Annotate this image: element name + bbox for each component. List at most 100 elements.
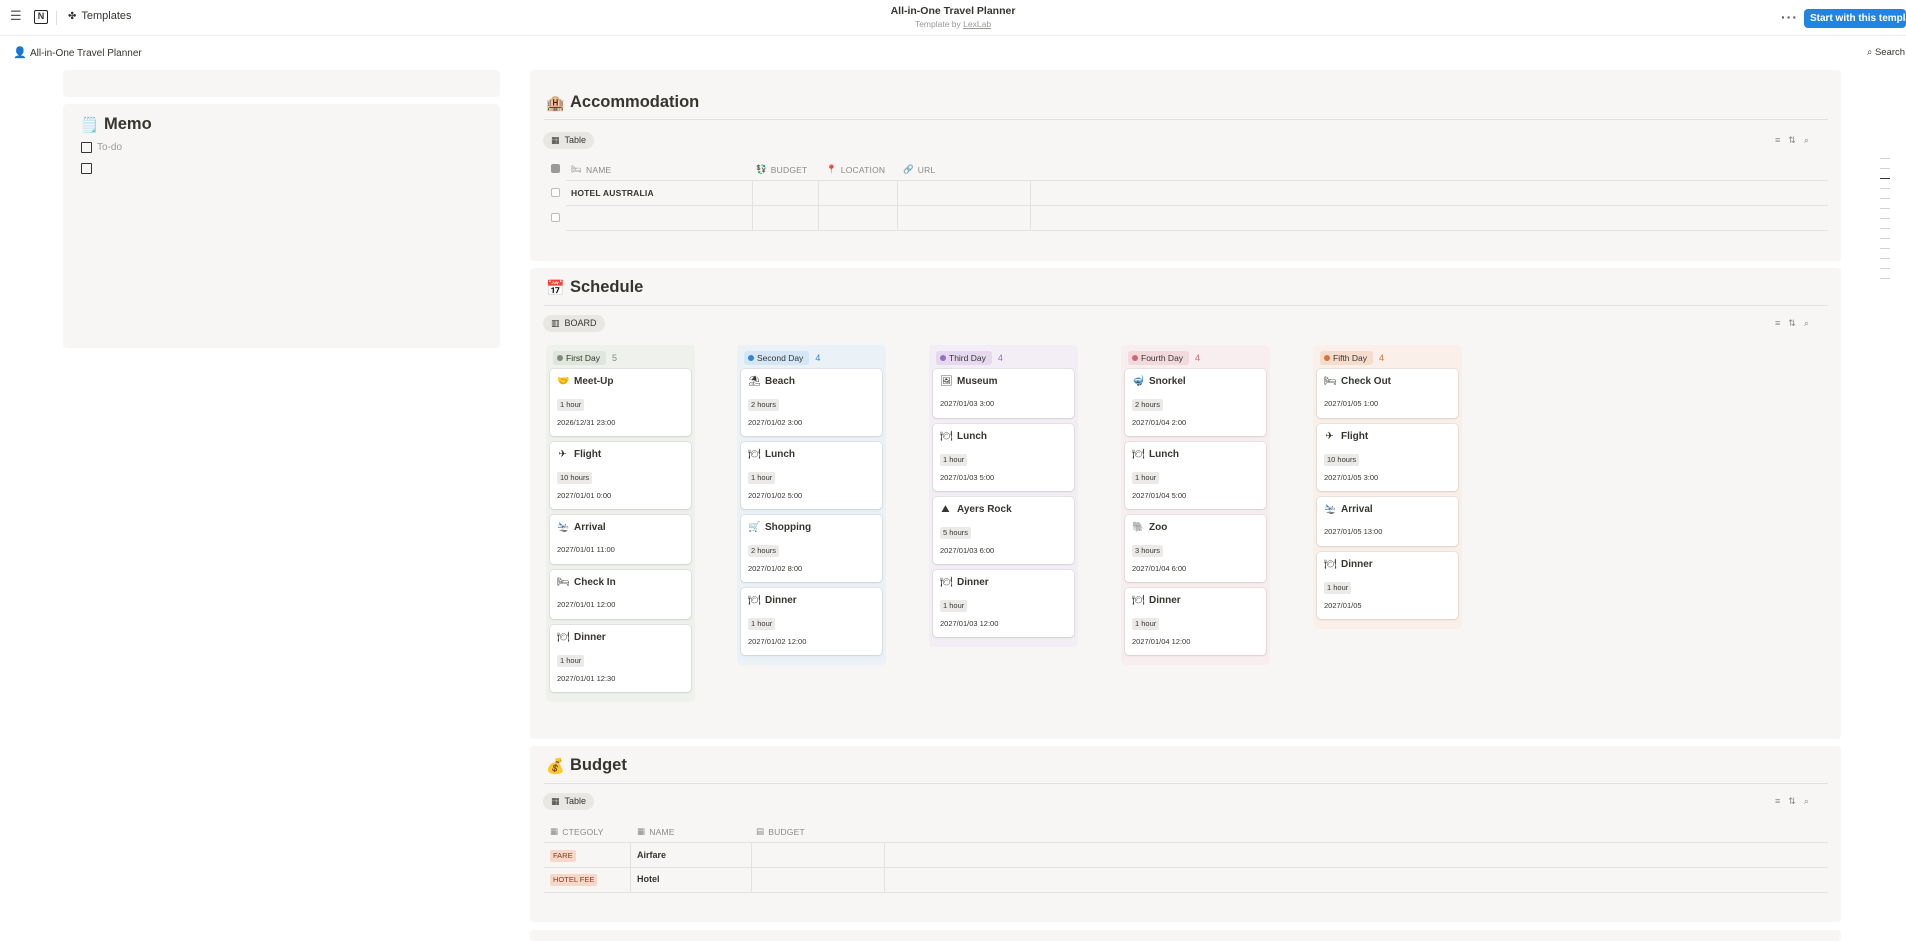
- schedule-card[interactable]: 🤿 Snorkel 2 hours 2027/01/04 2:00: [1125, 369, 1266, 436]
- select-all-checkbox[interactable]: [551, 164, 560, 173]
- view-label: Table: [564, 796, 587, 806]
- search-icon[interactable]: ⌕: [1804, 796, 1809, 807]
- column-header[interactable]: Third Day 4: [936, 351, 1003, 365]
- budget-row-name[interactable]: Hotel: [637, 874, 660, 884]
- duration-badge: 5 hours: [940, 527, 972, 539]
- toc-item[interactable]: [1880, 218, 1890, 219]
- schedule-card[interactable]: 🍽 Dinner 1 hour 2027/01/02 12:00: [741, 588, 882, 655]
- schedule-card[interactable]: 🍽 Dinner 1 hour 2027/01/03 12:00: [933, 570, 1074, 637]
- duration-badge: 1 hour: [557, 655, 585, 667]
- search-icon[interactable]: ⌕: [1804, 135, 1809, 146]
- table-row-name[interactable]: HOTEL AUSTRALIA: [571, 188, 654, 198]
- template-title: All-in-One Travel Planner: [890, 5, 1016, 17]
- toc-item[interactable]: [1880, 258, 1890, 259]
- search-button[interactable]: ⌕ Search: [1867, 47, 1905, 58]
- schedule-card[interactable]: 🍽 Dinner 1 hour 2027/01/01 12:30: [550, 625, 691, 692]
- toc-item[interactable]: [1880, 168, 1890, 169]
- row-checkbox[interactable]: [551, 188, 560, 197]
- toc-item[interactable]: [1880, 198, 1890, 199]
- toc-item[interactable]: [1880, 278, 1890, 279]
- todo-checkbox[interactable]: [81, 142, 92, 153]
- card-title-text: Arrival: [574, 522, 606, 533]
- search-icon[interactable]: ⌕: [1804, 318, 1809, 329]
- toc-item[interactable]: [1880, 228, 1890, 229]
- column-header-category[interactable]: ▦ CTEGOLY: [550, 826, 604, 837]
- table-view-tab[interactable]: ▦ Table: [543, 132, 595, 149]
- search-icon: ⌕: [1867, 47, 1873, 58]
- toc-item[interactable]: [1880, 188, 1890, 189]
- card-date: 2027/01/03 12:00: [940, 619, 999, 628]
- memo-title: 🗒️ Memo: [80, 115, 152, 134]
- divider: [751, 842, 752, 892]
- filter-icon[interactable]: ≡: [1775, 135, 1780, 146]
- table-of-contents[interactable]: [1880, 158, 1890, 288]
- todo-placeholder[interactable]: To-do: [97, 142, 122, 153]
- row-checkbox[interactable]: [551, 213, 560, 222]
- column-header[interactable]: Fourth Day 4: [1128, 351, 1200, 365]
- schedule-card[interactable]: ⛰ Ayers Rock 5 hours 2027/01/03 6:00: [933, 497, 1074, 564]
- sort-icon[interactable]: ⇅: [1788, 796, 1796, 807]
- category-tag[interactable]: FARE: [550, 850, 576, 862]
- card-date: 2027/01/02 12:00: [748, 637, 807, 646]
- todo-checkbox-empty[interactable]: [81, 163, 92, 174]
- duration-badge: 1 hour: [1132, 472, 1160, 484]
- column-header[interactable]: Second Day 4: [744, 351, 820, 365]
- breadcrumb[interactable]: 👤 All-in-One Travel Planner: [13, 47, 142, 59]
- column-header[interactable]: First Day 5: [553, 351, 617, 365]
- start-template-button[interactable]: Start with this template: [1804, 9, 1906, 28]
- more-options-icon[interactable]: ···: [1781, 9, 1798, 25]
- filter-icon[interactable]: ≡: [1775, 318, 1780, 329]
- card-title: 🍽 Dinner: [1132, 595, 1181, 606]
- schedule-card[interactable]: 🍽 Lunch 1 hour 2027/01/04 5:00: [1125, 442, 1266, 509]
- schedule-card[interactable]: ⛱ Beach 2 hours 2027/01/02 3:00: [741, 369, 882, 436]
- schedule-card[interactable]: 🛏 Check Out 2027/01/05 1:00: [1317, 369, 1458, 418]
- toc-item[interactable]: [1880, 208, 1890, 209]
- schedule-card[interactable]: 🛬 Arrival 2027/01/05 13:00: [1317, 497, 1458, 546]
- schedule-card[interactable]: 🍽 Lunch 1 hour 2027/01/03 5:00: [933, 424, 1074, 491]
- budget-row-name[interactable]: Airfare: [637, 850, 666, 860]
- schedule-card[interactable]: 🖼 Museum 2027/01/03 3:00: [933, 369, 1074, 418]
- column-header-name[interactable]: ▦ NAME: [637, 826, 675, 837]
- schedule-title-text: Schedule: [570, 278, 644, 296]
- column-header-location[interactable]: 📍 LOCATION: [826, 164, 885, 175]
- menu-icon[interactable]: ☰: [10, 9, 22, 22]
- person-icon: 👤: [13, 47, 27, 59]
- category-tag[interactable]: HOTEL FEE: [550, 874, 598, 886]
- schedule-card[interactable]: 🤝 Meet-Up 1 hour 2026/12/31 23:00: [550, 369, 691, 436]
- notepad-icon: 🗒️: [80, 116, 99, 134]
- card-title: 🛬 Arrival: [1324, 504, 1373, 515]
- column-header-name[interactable]: 🛏 NAME: [571, 164, 611, 175]
- templates-link[interactable]: ✤ Templates: [68, 10, 132, 22]
- card-title-text: Lunch: [1149, 449, 1179, 460]
- schedule-card[interactable]: 🛬 Arrival 2027/01/01 11:00: [550, 515, 691, 564]
- table-view-tab[interactable]: ▦ Table: [543, 793, 595, 810]
- author-link[interactable]: LexLab: [963, 19, 991, 29]
- column-header-budget[interactable]: 💱 BUDGET: [756, 164, 807, 175]
- schedule-card[interactable]: 🍽 Dinner 1 hour 2027/01/04 12:00: [1125, 588, 1266, 655]
- schedule-card[interactable]: 🐘 Zoo 3 hours 2027/01/04 6:00: [1125, 515, 1266, 582]
- card-date: 2027/01/01 11:00: [557, 545, 615, 554]
- sort-icon[interactable]: ⇅: [1788, 135, 1796, 146]
- toc-item[interactable]: [1880, 178, 1890, 179]
- filter-icon[interactable]: ≡: [1775, 796, 1780, 807]
- toc-item[interactable]: [1880, 158, 1890, 159]
- schedule-card[interactable]: 🛏 Check In 2027/01/01 12:00: [550, 570, 691, 619]
- notion-logo-icon[interactable]: N: [34, 10, 48, 24]
- schedule-card[interactable]: 🍽 Dinner 1 hour 2027/01/05: [1317, 552, 1458, 619]
- toc-item[interactable]: [1880, 268, 1890, 269]
- column-header-url[interactable]: 🔗 URL: [903, 164, 935, 175]
- board-view-tab[interactable]: ▥ BOARD: [543, 315, 605, 332]
- schedule-card[interactable]: ✈ Flight 10 hours 2027/01/01 0:00: [550, 442, 691, 509]
- duration-badge: 1 hour: [1132, 618, 1160, 630]
- template-byline: Template by LexLab: [853, 19, 1053, 29]
- column-header-budget[interactable]: ▤ BUDGET: [756, 826, 805, 837]
- column-header[interactable]: Fifth Day 4: [1320, 351, 1384, 365]
- activity-icon: 🍽: [1132, 449, 1145, 460]
- toc-item[interactable]: [1880, 238, 1890, 239]
- schedule-card[interactable]: 🛒 Shopping 2 hours 2027/01/02 8:00: [741, 515, 882, 582]
- toc-item[interactable]: [1880, 248, 1890, 249]
- schedule-card[interactable]: 🍽 Lunch 1 hour 2027/01/02 5:00: [741, 442, 882, 509]
- card-date: 2027/01/05 3:00: [1324, 473, 1379, 482]
- schedule-card[interactable]: ✈ Flight 10 hours 2027/01/05 3:00: [1317, 424, 1458, 491]
- sort-icon[interactable]: ⇅: [1788, 318, 1796, 329]
